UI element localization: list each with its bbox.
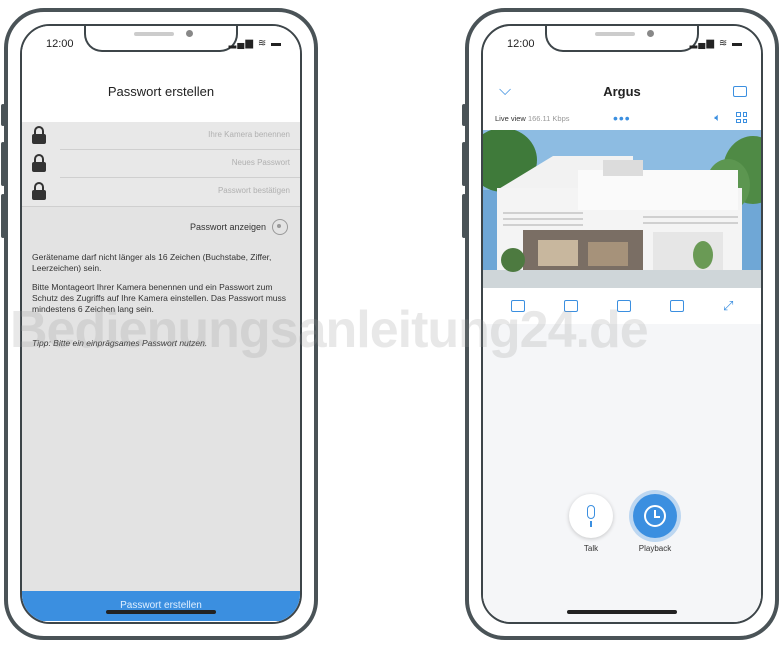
status-bar: 12:00 ▂▄▆ ≋ ▬ — [22, 34, 300, 54]
volume-down-button — [1, 194, 5, 238]
playback-button[interactable] — [633, 494, 677, 538]
status-icons: ▂▄▆ ≋ ▬ — [689, 38, 743, 49]
create-password-button[interactable]: Passwort erstellen — [22, 591, 300, 621]
home-indicator — [567, 610, 677, 614]
more-options-icon[interactable]: ••• — [613, 110, 631, 126]
camera-name-field[interactable]: Ihre Kamera benennen — [22, 122, 300, 150]
lock-icon — [32, 182, 46, 200]
grid-view-icon[interactable] — [736, 112, 747, 123]
video-toolbar: ⤢ — [483, 299, 761, 320]
speaker-icon[interactable]: 🔈︎ — [714, 112, 721, 125]
lock-icon — [32, 154, 46, 172]
status-time: 12:00 — [507, 38, 535, 50]
right-screen: 12:00 ▂▄▆ ≋ ▬ ⌵ Argus Live view 166.11 K… — [481, 24, 763, 624]
status-icons: ▂▄▆ ≋ ▬ — [228, 38, 282, 49]
silent-switch — [462, 104, 466, 126]
left-phone: Passwort erstellen 12:00 ▂▄▆ ≋ ▬ Ihre Ka… — [1, 8, 318, 640]
fullscreen-icon[interactable]: ⤢ — [723, 299, 733, 320]
tip-text: Tipp: Bitte ein einprägsames Passwort nu… — [32, 338, 208, 348]
playback-label: Playback — [638, 544, 672, 553]
talk-label: Talk — [583, 544, 599, 553]
eye-icon[interactable] — [272, 219, 288, 235]
camera-title: Argus — [603, 84, 641, 99]
new-password-field[interactable]: Neues Passwort — [22, 150, 300, 178]
confirm-password-field[interactable]: Passwort bestätigen — [22, 178, 300, 206]
lock-icon — [32, 126, 46, 144]
record-video-icon[interactable] — [616, 300, 631, 312]
quality-icon[interactable] — [669, 300, 684, 312]
talk-button[interactable] — [569, 494, 613, 538]
new-password-placeholder: Neues Passwort — [231, 158, 290, 167]
clock-icon — [644, 505, 666, 527]
control-area — [483, 324, 761, 622]
camera-snapshot-icon[interactable] — [563, 300, 578, 312]
show-password-toggle[interactable]: Passwort anzeigen — [190, 219, 288, 235]
status-time: 12:00 — [46, 38, 74, 50]
form-fields: Ihre Kamera benennen Neues Passwort Pass… — [22, 122, 300, 206]
instructions-text: Bitte Montageort Ihrer Kamera benennen u… — [32, 282, 287, 314]
home-indicator — [106, 610, 216, 614]
volume-down-button — [462, 194, 466, 238]
nav-bar: ⌵ Argus — [483, 82, 761, 106]
message-icon[interactable] — [733, 86, 747, 97]
silent-switch — [1, 104, 5, 126]
page-title: Passwort erstellen — [107, 84, 215, 99]
live-video-feed[interactable] — [483, 130, 763, 288]
camera-name-placeholder: Ihre Kamera benennen — [208, 130, 290, 139]
left-screen: Passwort erstellen 12:00 ▂▄▆ ≋ ▬ Ihre Ka… — [20, 24, 302, 624]
status-bar: 12:00 ▂▄▆ ≋ ▬ — [483, 34, 761, 54]
bitrate-label: 166.11 Kbps — [527, 114, 570, 123]
show-password-label: Passwort anzeigen — [189, 222, 266, 232]
name-rule-text: Gerätename darf nicht länger als 16 Zeic… — [32, 252, 272, 273]
live-view-info: Live view 166.11 Kbps — [495, 114, 570, 123]
split-view-icon[interactable] — [510, 300, 525, 312]
volume-up-button — [1, 142, 5, 186]
microphone-icon — [587, 505, 595, 527]
live-view-label: Live view — [495, 114, 526, 123]
volume-up-button — [462, 142, 466, 186]
right-phone: 12:00 ▂▄▆ ≋ ▬ ⌵ Argus Live view 166.11 K… — [462, 8, 779, 640]
confirm-password-placeholder: Passwort bestätigen — [217, 186, 290, 195]
